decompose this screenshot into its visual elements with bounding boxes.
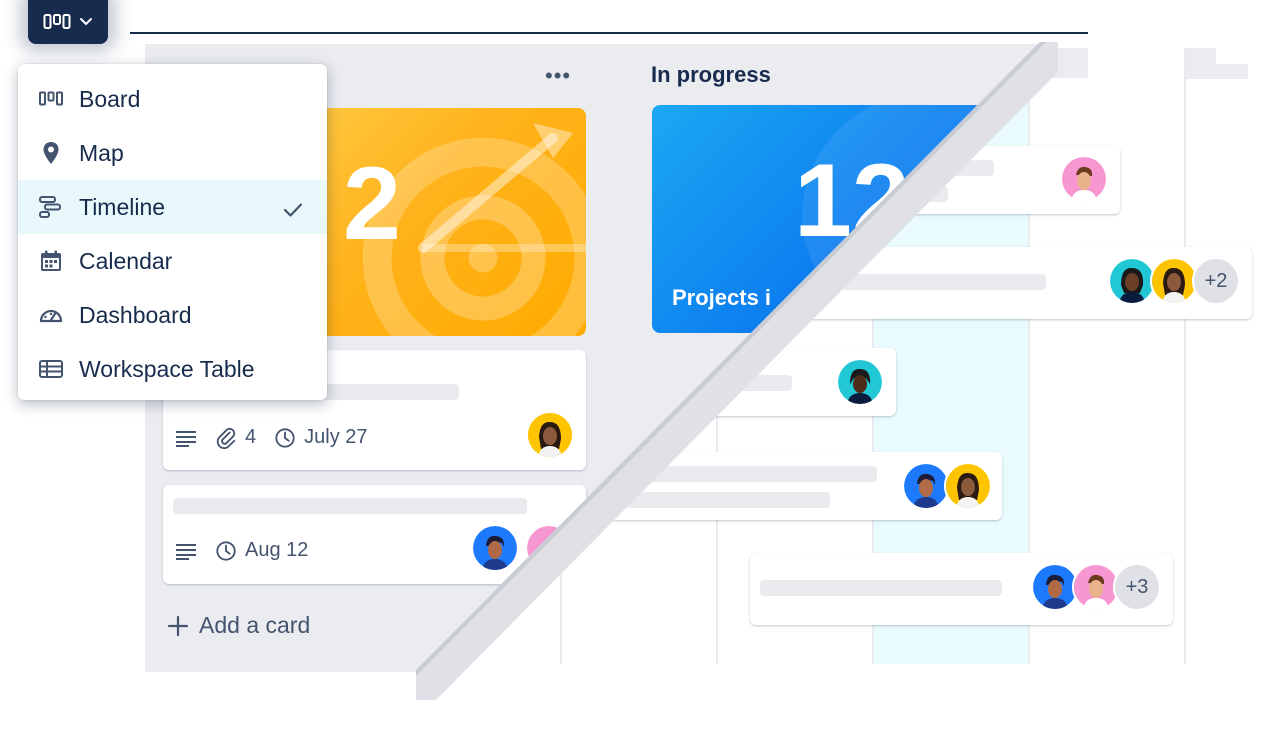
chevron-down-icon <box>80 18 92 26</box>
table-icon <box>39 357 63 381</box>
menu-item-map[interactable]: Map <box>18 126 327 180</box>
avatar[interactable] <box>471 524 519 572</box>
avatar[interactable] <box>1060 155 1108 203</box>
map-pin-icon <box>39 141 63 165</box>
timeline-header-cell <box>1186 48 1216 64</box>
timeline-gridline <box>1184 48 1186 664</box>
description-icon <box>175 542 197 560</box>
description-icon <box>175 429 197 447</box>
clock-icon <box>274 427 296 449</box>
clock-icon <box>215 540 237 562</box>
due-date: July 27 <box>304 426 368 448</box>
add-card-label: Add a card <box>199 612 311 638</box>
menu-item-calendar[interactable]: Calendar <box>18 234 327 288</box>
menu-item-label: Calendar <box>79 247 173 274</box>
timeline-header-cell <box>1040 48 1088 78</box>
timeline-icon <box>39 195 63 219</box>
view-switcher-menu: Board Map Timeline Calendar Dashboard Wo… <box>18 64 327 400</box>
attachment-icon <box>215 427 237 449</box>
more-assignees-badge[interactable]: +3 <box>1113 563 1161 611</box>
timeline-header-cell <box>1186 64 1248 79</box>
menu-item-workspace-table[interactable]: Workspace Table <box>18 342 327 396</box>
menu-item-timeline[interactable]: Timeline <box>18 180 327 234</box>
avatar[interactable] <box>526 411 574 459</box>
menu-item-label: Board <box>79 85 141 112</box>
menu-item-label: Workspace Table <box>79 355 255 382</box>
menu-item-label: Dashboard <box>79 301 192 328</box>
more-assignees-badge[interactable]: +2 <box>1192 257 1240 305</box>
calendar-icon <box>39 249 63 273</box>
column-title-in-progress: In progress <box>651 62 771 87</box>
avatar[interactable] <box>1150 257 1198 305</box>
menu-item-label: Map <box>79 139 124 166</box>
bar-title-placeholder <box>810 274 1046 290</box>
board-icon <box>43 14 71 29</box>
goal-count: 2 <box>343 146 401 262</box>
timeline-bar[interactable]: +3 <box>750 553 1173 625</box>
menu-item-board[interactable]: Board <box>18 72 327 126</box>
card-title-placeholder <box>173 498 527 514</box>
projects-caption: Projects i <box>672 285 772 310</box>
avatar[interactable] <box>902 462 950 510</box>
menu-item-dashboard[interactable]: Dashboard <box>18 288 327 342</box>
checkmark-icon <box>283 197 303 224</box>
arrow-illustration <box>418 123 586 253</box>
dashboard-icon <box>39 303 63 327</box>
board-icon <box>39 87 63 111</box>
timeline-bar[interactable]: +2 <box>760 247 1252 319</box>
stage: ••• In progress 2 12 Projects i 4 July 2… <box>0 0 1280 750</box>
bar-title-placeholder <box>600 492 830 508</box>
avatar[interactable] <box>836 358 884 406</box>
avatar[interactable] <box>1108 257 1156 305</box>
avatar[interactable] <box>944 462 992 510</box>
add-card-button[interactable]: Add a card <box>167 612 310 639</box>
plus-icon <box>167 615 189 636</box>
bar-title-placeholder <box>760 580 1002 596</box>
due-date: Aug 12 <box>245 539 309 561</box>
bar-title-placeholder <box>600 466 877 482</box>
bar-title-placeholder <box>894 186 948 202</box>
timeline-bar[interactable] <box>560 452 1002 520</box>
view-switcher-button[interactable] <box>28 0 108 44</box>
menu-item-label: Timeline <box>79 193 166 220</box>
attachment-count: 4 <box>245 426 257 448</box>
column-more-button[interactable]: ••• <box>545 65 571 87</box>
